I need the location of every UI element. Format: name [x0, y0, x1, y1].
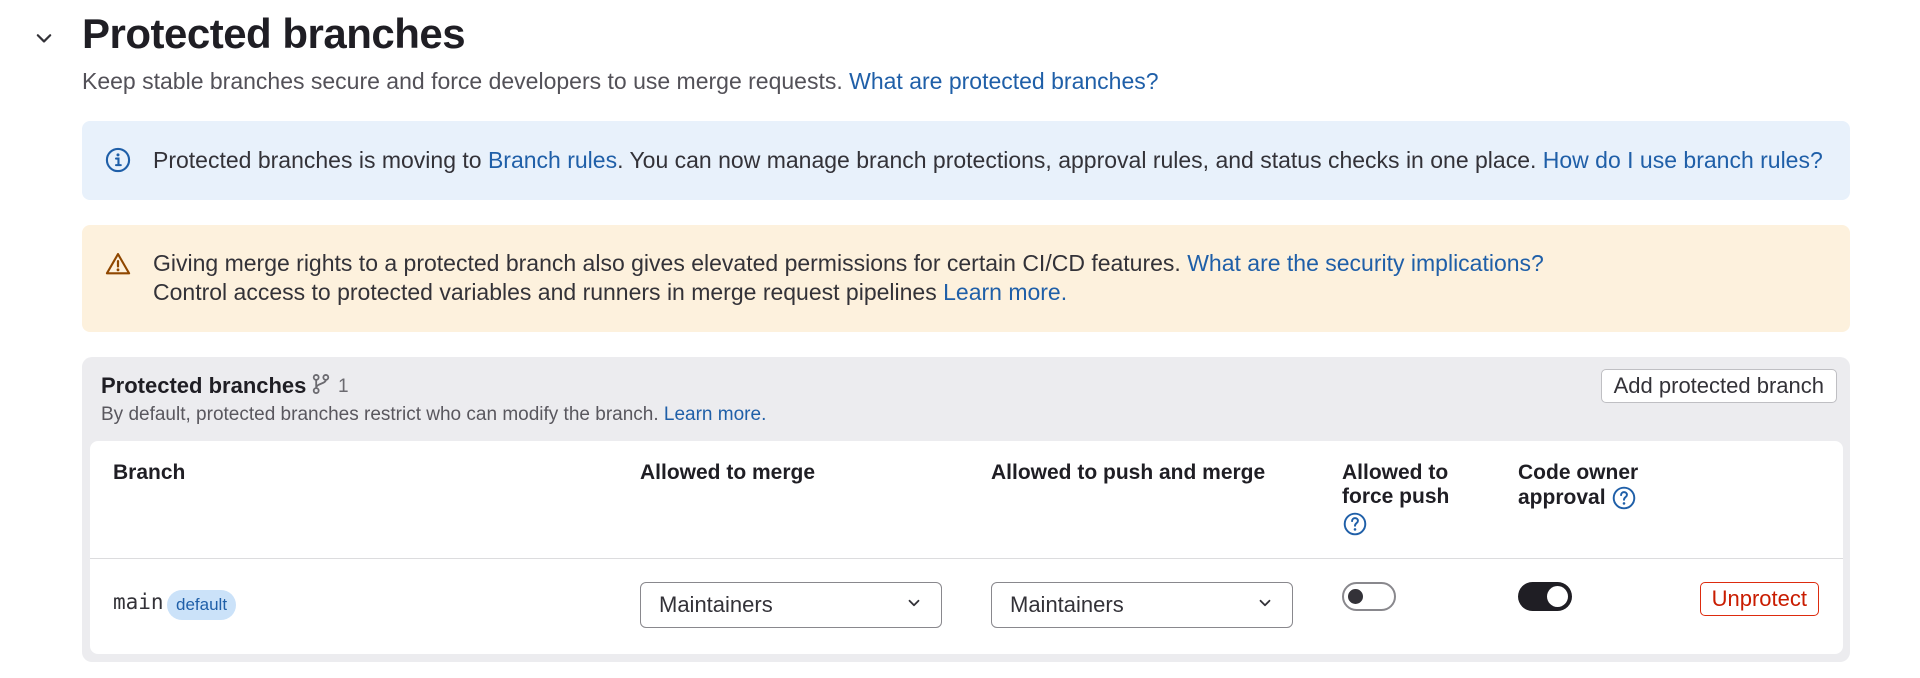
card-description: By default, protected branches restrict … [101, 404, 766, 426]
code-owner-approval-toggle[interactable] [1518, 582, 1572, 611]
card-description-text: By default, protected branches restrict … [101, 404, 659, 425]
warning-line-1-text: Giving merge rights to a protected branc… [153, 250, 1181, 276]
header-code-owner-line-2-text: approval [1518, 486, 1606, 509]
what-are-protected-branches-link[interactable]: What are protected branches? [849, 68, 1158, 94]
header-branch: Branch [113, 461, 186, 484]
allowed-to-push-and-merge-select[interactable]: Maintainers [991, 582, 1293, 628]
header-allowed-to-push-and-merge: Allowed to push and merge [991, 461, 1266, 484]
question-circle-icon[interactable] [1611, 485, 1637, 511]
warning-learn-more-link[interactable]: Learn more. [943, 279, 1067, 305]
branch-rules-link[interactable]: Branch rules [488, 147, 617, 173]
branch-count: 1 [310, 373, 349, 401]
branch-rules-info-alert: Protected branches is moving to Branch r… [82, 121, 1850, 200]
header-allowed-to-force-push: Allowed to force push [1342, 461, 1449, 543]
protected-branches-table: Branch Allowed to merge Allowed to push … [90, 441, 1843, 654]
card-title: Protected branches [101, 373, 307, 398]
warning-icon [104, 250, 132, 283]
chevron-down-icon [1256, 592, 1274, 618]
protected-branches-card: Protected branches 1 By default, protect… [82, 357, 1850, 662]
question-circle-icon[interactable] [1342, 511, 1368, 543]
toggle-knob [1547, 586, 1568, 607]
page-subtitle: Keep stable branches secure and force de… [82, 68, 1159, 95]
warning-line-2-text: Control access to protected variables an… [153, 279, 937, 305]
header-code-owner-line-2: approval [1518, 485, 1638, 511]
add-protected-branch-button[interactable]: Add protected branch [1600, 369, 1837, 403]
branch-count-value: 1 [338, 376, 349, 397]
header-force-push-line-2: force push [1342, 485, 1450, 508]
toggle-knob [1348, 589, 1363, 604]
force-push-toggle[interactable] [1342, 582, 1396, 611]
warning-line-2: Control access to protected variables an… [153, 278, 1544, 307]
collapse-chevron-icon[interactable] [30, 24, 58, 52]
security-warning-alert: Giving merge rights to a protected branc… [82, 225, 1850, 332]
allowed-to-merge-select[interactable]: Maintainers [640, 582, 942, 628]
header-code-owner-line-1: Code owner [1518, 461, 1639, 484]
info-text-after: . You can now manage branch protections,… [617, 147, 1537, 173]
security-implications-link[interactable]: What are the security implications? [1187, 250, 1544, 276]
allowed-to-merge-value: Maintainers [659, 592, 773, 617]
card-learn-more-link[interactable]: Learn more. [664, 404, 766, 425]
subtitle-text: Keep stable branches secure and force de… [82, 68, 843, 94]
warning-line-1: Giving merge rights to a protected branc… [153, 249, 1544, 278]
branch-name[interactable]: main [113, 590, 164, 614]
unprotect-button[interactable]: Unprotect [1699, 582, 1819, 616]
header-code-owner-approval: Code owner approval [1518, 461, 1638, 511]
info-icon [104, 146, 132, 179]
info-alert-text: Protected branches is moving to Branch r… [153, 146, 1823, 175]
header-divider [90, 558, 1843, 559]
info-text-before: Protected branches is moving to [153, 147, 488, 173]
header-force-push-line-1: Allowed to [1342, 461, 1449, 484]
allowed-to-push-and-merge-value: Maintainers [1010, 592, 1124, 617]
chevron-down-icon [905, 592, 923, 618]
warning-alert-text: Giving merge rights to a protected branc… [153, 249, 1544, 307]
how-to-use-branch-rules-link[interactable]: How do I use branch rules? [1543, 147, 1823, 173]
page-title: Protected branches [82, 10, 466, 57]
header-allowed-to-merge: Allowed to merge [640, 461, 816, 484]
branch-icon [310, 373, 332, 401]
default-badge: default [167, 590, 237, 620]
